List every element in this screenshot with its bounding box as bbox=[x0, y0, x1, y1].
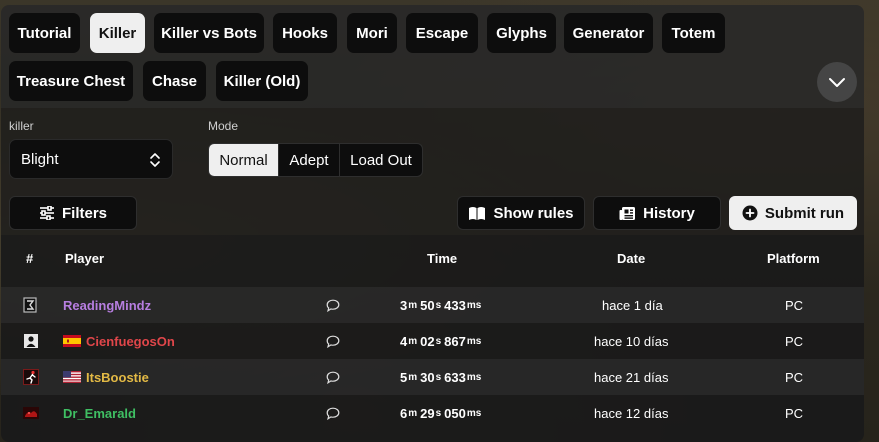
run-date: hace 10 días bbox=[594, 333, 669, 349]
tab-escape[interactable]: Escape bbox=[406, 13, 478, 53]
mode-normal[interactable]: Normal bbox=[209, 144, 279, 176]
tab-killer-vs-bots[interactable]: Killer vs Bots bbox=[154, 13, 264, 53]
column-header-date: Date bbox=[617, 251, 646, 266]
submit-run-button[interactable]: Submit run bbox=[729, 196, 857, 230]
newspaper-icon bbox=[619, 206, 636, 220]
player-silhouette-icon bbox=[24, 323, 38, 359]
mode-toggle-group: Normal Adept Load Out bbox=[208, 143, 423, 177]
comment-icon[interactable] bbox=[326, 395, 340, 431]
tab-mori[interactable]: Mori bbox=[347, 13, 397, 53]
history-label: History bbox=[643, 204, 695, 222]
run-platform: PC bbox=[785, 333, 804, 349]
column-header-platform: Platform bbox=[767, 251, 820, 266]
killer-select[interactable]: Blight bbox=[9, 139, 173, 179]
book-open-icon bbox=[469, 206, 486, 220]
run-time: 5 m 30 s 633 ms bbox=[400, 369, 482, 385]
tab-chase[interactable]: Chase bbox=[143, 61, 206, 101]
tab-generator[interactable]: Generator bbox=[564, 13, 653, 53]
tab-tutorial[interactable]: Tutorial bbox=[9, 13, 80, 53]
run-time: 3 m 50 s 433 ms bbox=[400, 297, 482, 313]
run-date: hace 21 días bbox=[594, 369, 669, 385]
run-time: 6 m 29 s 050 ms bbox=[400, 405, 482, 421]
run-platform: PC bbox=[785, 405, 804, 421]
player-name[interactable]: Dr_Emarald bbox=[63, 395, 136, 431]
bloody-avatar-icon bbox=[23, 395, 39, 431]
history-button[interactable]: History bbox=[593, 196, 721, 230]
category-tabs: Tutorial Killer Killer vs Bots Hooks Mor… bbox=[1, 5, 864, 108]
chevron-down-icon bbox=[829, 77, 845, 87]
tab-killer-old[interactable]: Killer (Old) bbox=[216, 61, 308, 101]
runner-icon bbox=[23, 359, 39, 395]
comment-icon[interactable] bbox=[326, 359, 340, 395]
leaderboard-table: # Player Time Date Platform ReadingMindz… bbox=[1, 235, 864, 442]
show-rules-button[interactable]: Show rules bbox=[457, 196, 585, 230]
mode-label: Mode bbox=[208, 119, 239, 133]
flag-us-icon bbox=[63, 359, 81, 395]
sliders-icon bbox=[39, 206, 54, 220]
mode-load-out[interactable]: Load Out bbox=[340, 144, 422, 176]
table-row[interactable]: ItsBoostie 5 m 30 s 633 ms hace 21 días PC bbox=[1, 359, 864, 395]
filter-controls: killer Blight Mode Normal Adept Load Out… bbox=[1, 108, 864, 235]
mode-adept[interactable]: Adept bbox=[279, 144, 340, 176]
killer-select-value: Blight bbox=[21, 150, 59, 168]
tab-totem[interactable]: Totem bbox=[662, 13, 725, 53]
player-name[interactable]: ItsBoostie bbox=[86, 359, 149, 395]
run-platform: PC bbox=[785, 297, 804, 313]
chevron-up-down-icon bbox=[150, 153, 160, 167]
leaderboard-panel: Tutorial Killer Killer vs Bots Hooks Mor… bbox=[1, 5, 864, 442]
run-date: hace 12 días bbox=[594, 405, 669, 421]
tab-killer[interactable]: Killer bbox=[90, 13, 145, 53]
tab-glyphs[interactable]: Glyphs bbox=[487, 13, 556, 53]
run-date: hace 1 día bbox=[602, 297, 663, 313]
rank-emblem-icon bbox=[23, 287, 37, 323]
column-header-time: Time bbox=[427, 251, 458, 266]
player-name[interactable]: CienfuegosOn bbox=[86, 323, 175, 359]
show-rules-label: Show rules bbox=[493, 204, 574, 222]
player-name[interactable]: ReadingMindz bbox=[63, 287, 151, 323]
column-header-player: Player bbox=[65, 251, 105, 266]
table-row[interactable]: CienfuegosOn 4 m 02 s 867 ms hace 10 días PC bbox=[1, 323, 864, 359]
filters-button-label: Filters bbox=[61, 204, 107, 222]
tab-treasure-chest[interactable]: Treasure Chest bbox=[9, 61, 133, 101]
killer-label: killer bbox=[9, 119, 34, 133]
plus-circle-icon bbox=[742, 205, 758, 221]
tab-hooks[interactable]: Hooks bbox=[273, 13, 337, 53]
comment-icon[interactable] bbox=[326, 323, 340, 359]
table-row[interactable]: ReadingMindz 3 m 50 s 433 ms hace 1 día PC bbox=[1, 287, 864, 323]
column-header-rank: # bbox=[26, 251, 34, 266]
expand-tabs-button[interactable] bbox=[817, 62, 857, 102]
run-platform: PC bbox=[785, 369, 804, 385]
table-row[interactable]: Dr_Emarald 6 m 29 s 050 ms hace 12 días PC bbox=[1, 395, 864, 431]
run-time: 4 m 02 s 867 ms bbox=[400, 333, 482, 349]
flag-es-icon bbox=[63, 323, 81, 359]
filters-button[interactable]: Filters bbox=[9, 196, 137, 230]
submit-run-label: Submit run bbox=[764, 204, 845, 222]
comment-icon[interactable] bbox=[326, 287, 340, 323]
